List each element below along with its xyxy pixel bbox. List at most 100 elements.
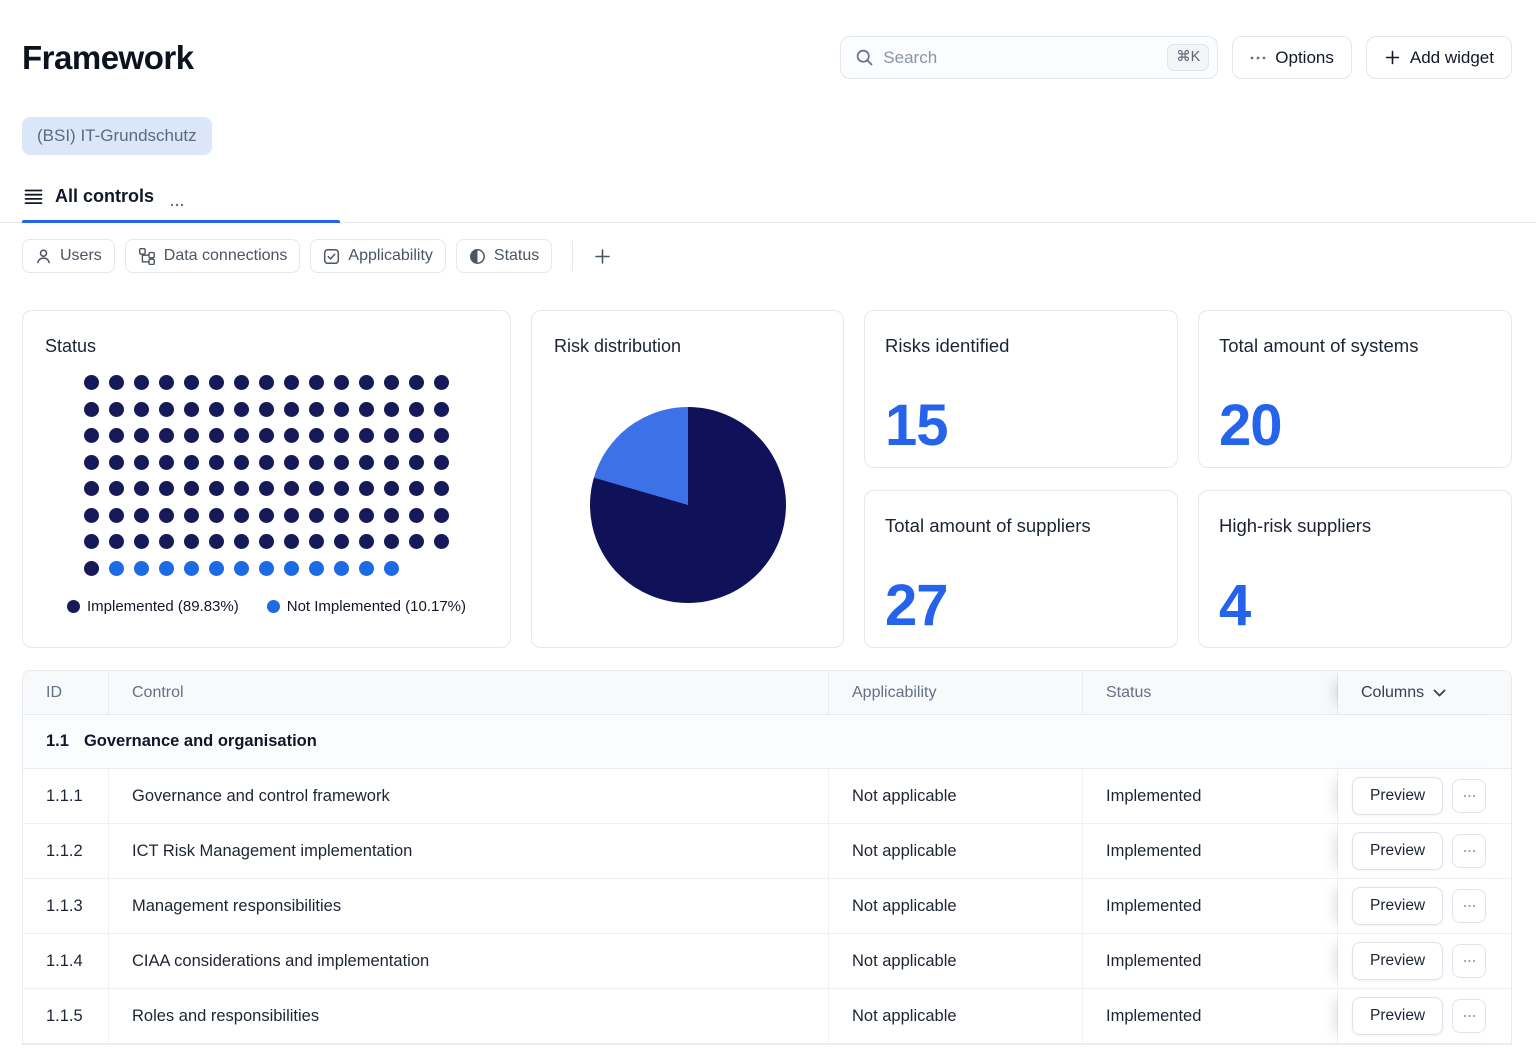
status-dot	[234, 481, 249, 496]
columns-menu-label: Columns	[1361, 683, 1425, 701]
status-dot	[234, 401, 249, 417]
tab-all-controls[interactable]: All controls	[22, 186, 341, 223]
row-status: Implemented	[1083, 769, 1338, 823]
status-dot	[409, 375, 424, 390]
row-id: 1.1.2	[23, 824, 109, 878]
filter-data-connections[interactable]: Data connections	[124, 239, 301, 273]
status-dot	[134, 428, 149, 443]
status-dot	[109, 534, 124, 549]
row-more-button[interactable]	[1452, 779, 1487, 813]
table-row[interactable]: 1.1.1 Governance and control framework N…	[23, 769, 1511, 824]
workflow-icon	[138, 247, 156, 265]
filter-applicability-label: Applicability	[348, 247, 433, 264]
stat-title: Risks identified	[885, 335, 1010, 356]
filter-divider	[572, 241, 574, 271]
status-dot	[84, 454, 99, 470]
status-dot	[134, 481, 149, 496]
row-control: Governance and control framework	[109, 769, 829, 823]
status-dot	[159, 428, 174, 443]
filter-status[interactable]: Status	[455, 239, 553, 273]
row-control: Management responsibilities	[109, 879, 829, 933]
status-dot	[334, 375, 349, 390]
status-dot	[84, 481, 99, 496]
status-dot	[409, 534, 424, 549]
not-implemented-swatch-icon	[266, 599, 280, 613]
options-button[interactable]: Options	[1232, 36, 1352, 79]
status-dot	[159, 401, 174, 417]
status-dot	[209, 375, 224, 390]
status-dot	[309, 454, 324, 470]
row-more-button[interactable]	[1452, 834, 1487, 868]
status-dot	[334, 534, 349, 549]
status-dot	[384, 534, 399, 549]
row-more-button[interactable]	[1452, 944, 1487, 978]
row-control: ICT Risk Management implementation	[109, 824, 829, 878]
ellipsis-icon	[1463, 794, 1476, 798]
columns-menu-button[interactable]: Columns	[1338, 671, 1511, 714]
status-dot	[159, 560, 174, 576]
preview-button[interactable]: Preview	[1352, 997, 1444, 1035]
row-applicability: Not applicable	[829, 824, 1083, 878]
controls-table: ID Control Applicability Status Columns …	[22, 670, 1512, 1045]
row-id: 1.1.5	[23, 989, 109, 1043]
preview-button[interactable]: Preview	[1352, 942, 1444, 980]
ellipsis-icon	[170, 203, 184, 207]
status-dot	[309, 560, 324, 576]
status-dot	[84, 534, 99, 549]
stat-value: 4	[1219, 573, 1251, 638]
add-filter-button[interactable]	[589, 243, 616, 270]
status-widget-title: Status	[45, 336, 97, 356]
stat-card-total-suppliers: Total amount of suppliers 27	[864, 490, 1178, 648]
filter-applicability[interactable]: Applicability	[310, 239, 446, 273]
row-more-button[interactable]	[1452, 889, 1487, 923]
add-widget-label: Add widget	[1409, 47, 1494, 67]
row-actions: Preview	[1338, 879, 1511, 933]
row-more-button[interactable]	[1452, 999, 1487, 1033]
status-dot	[184, 481, 199, 496]
framework-chip[interactable]: (BSI) IT-Grundschutz	[22, 117, 212, 155]
table-row[interactable]: 1.1.5 Roles and responsibilities Not app…	[23, 989, 1511, 1044]
status-dot	[209, 560, 224, 576]
status-dot	[259, 375, 274, 390]
preview-button[interactable]: Preview	[1352, 832, 1444, 870]
status-dot	[109, 560, 124, 576]
row-id: 1.1.3	[23, 879, 109, 933]
preview-button[interactable]: Preview	[1352, 777, 1444, 815]
preview-button[interactable]: Preview	[1352, 887, 1444, 925]
filter-bar: Users Data connections Applicability Sta…	[22, 239, 1512, 273]
add-widget-button[interactable]: Add widget	[1365, 36, 1512, 79]
status-dot-grid	[45, 375, 488, 576]
status-dot	[109, 507, 124, 523]
filter-users[interactable]: Users	[22, 239, 115, 273]
options-label: Options	[1275, 47, 1334, 67]
status-dot	[109, 375, 124, 390]
row-actions: Preview	[1338, 769, 1511, 823]
row-actions: Preview	[1338, 824, 1511, 878]
status-dot	[259, 560, 274, 576]
row-id: 1.1.1	[23, 769, 109, 823]
table-row[interactable]: 1.1.3 Management responsibilities Not ap…	[23, 879, 1511, 934]
table-section-row[interactable]: 1.1 Governance and organisation	[23, 715, 1511, 769]
status-dot	[384, 560, 399, 576]
row-status: Implemented	[1083, 989, 1338, 1043]
status-dot	[359, 534, 374, 549]
status-dot	[384, 375, 399, 390]
topbar: Framework ⌘K Options Add widget	[22, 36, 1512, 79]
status-dot	[384, 454, 399, 470]
status-dot	[234, 428, 249, 443]
status-dot	[334, 507, 349, 523]
status-dot	[84, 375, 99, 390]
search-input[interactable]: ⌘K	[840, 36, 1219, 79]
table-row[interactable]: 1.1.2 ICT Risk Management implementation…	[23, 824, 1511, 879]
table-row[interactable]: 1.1.4 CIAA considerations and implementa…	[23, 934, 1511, 989]
status-dot	[134, 560, 149, 576]
status-legend: Implemented (89.83%) Not Implemented (10…	[45, 598, 488, 615]
status-dot	[84, 428, 99, 443]
stat-value: 15	[885, 393, 949, 458]
status-dot	[134, 375, 149, 390]
plus-icon	[593, 247, 612, 266]
search-field[interactable]	[883, 47, 1159, 68]
ellipsis-icon	[1250, 56, 1266, 60]
status-dot	[309, 481, 324, 496]
status-dot	[359, 481, 374, 496]
